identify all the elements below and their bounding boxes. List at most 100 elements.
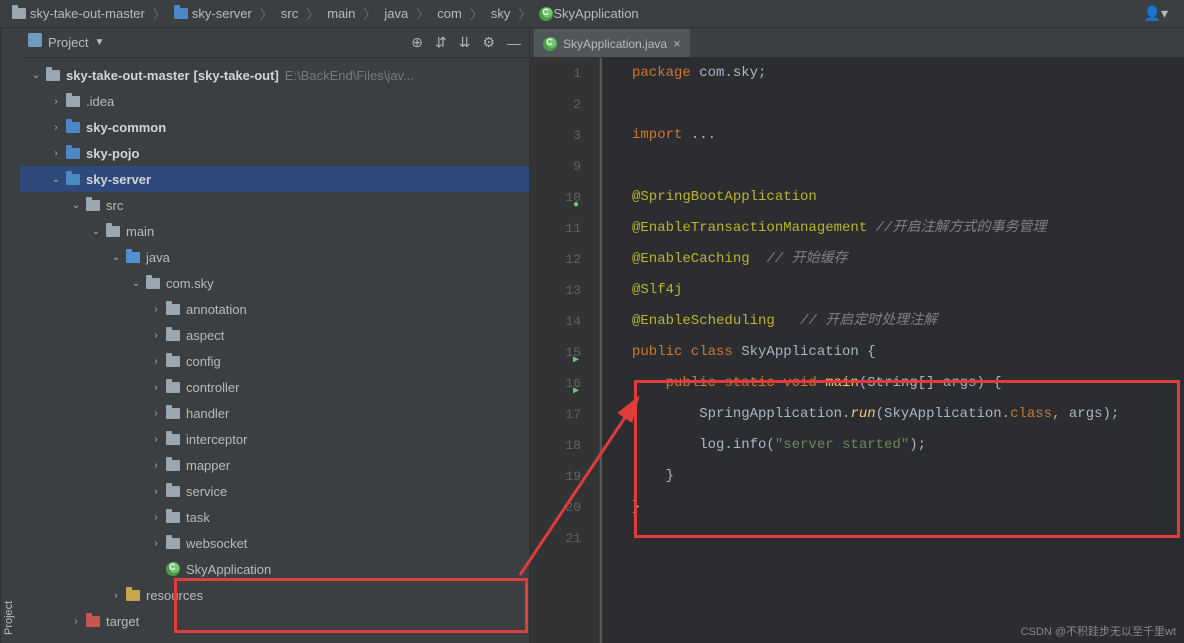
hide-icon[interactable]: —	[507, 35, 521, 51]
tree-row--idea[interactable]: ›.idea	[20, 88, 529, 114]
gutter-line[interactable]: 3	[530, 120, 581, 151]
tree-arrow-icon[interactable]: ⌄	[88, 226, 104, 237]
breadcrumb-item[interactable]: sky-take-out-master	[8, 6, 149, 21]
breadcrumb-item[interactable]: main	[323, 6, 359, 21]
tree-row-interceptor[interactable]: ›interceptor	[20, 426, 529, 452]
tree-row-config[interactable]: ›config	[20, 348, 529, 374]
breadcrumb-item[interactable]: com	[433, 6, 466, 21]
gutter-line[interactable]: 18	[530, 430, 581, 461]
code-line[interactable]: public static void main(String[] args) {	[632, 368, 1184, 399]
chevron-down-icon[interactable]: ▼	[94, 37, 104, 48]
expand-icon[interactable]: ⇵	[435, 34, 447, 51]
tree-row-service[interactable]: ›service	[20, 478, 529, 504]
gutter-line[interactable]: 10●	[530, 182, 581, 213]
code-line[interactable]	[632, 89, 1184, 120]
gutter-line[interactable]: 16▶	[530, 368, 581, 399]
gutter-line[interactable]: 14	[530, 306, 581, 337]
gutter-line[interactable]: 13	[530, 275, 581, 306]
gutter-line[interactable]: 15▶	[530, 337, 581, 368]
tree-row-skyapplication[interactable]: SkyApplication	[20, 556, 529, 582]
tree-arrow-icon[interactable]: ›	[148, 356, 164, 367]
code-line[interactable]: @Slf4j	[632, 275, 1184, 306]
project-icon	[28, 33, 42, 52]
project-tool-tab[interactable]: Project	[0, 28, 20, 643]
tree-arrow-icon[interactable]: ⌄	[128, 278, 144, 289]
gutter-line[interactable]: 1	[530, 58, 581, 89]
tree-arrow-icon[interactable]: ›	[48, 96, 64, 107]
tree-row-sky-server[interactable]: ⌄sky-server	[20, 166, 529, 192]
code-line[interactable]: @EnableScheduling // 开启定时处理注解	[632, 306, 1184, 337]
code-line[interactable]: public class SkyApplication {	[632, 337, 1184, 368]
breadcrumb-label: sky-take-out-master	[30, 6, 145, 21]
gutter-line[interactable]: 2	[530, 89, 581, 120]
gutter-line[interactable]: 9	[530, 151, 581, 182]
project-tree: ⌄sky-take-out-master [sky-take-out]E:\Ba…	[20, 58, 529, 643]
gutter-line[interactable]: 11	[530, 213, 581, 244]
tree-row-main[interactable]: ⌄main	[20, 218, 529, 244]
tree-arrow-icon[interactable]: ›	[148, 408, 164, 419]
tree-arrow-icon[interactable]: ›	[148, 304, 164, 315]
tree-row-sky-pojo[interactable]: ›sky-pojo	[20, 140, 529, 166]
tree-row-com-sky[interactable]: ⌄com.sky	[20, 270, 529, 296]
tree-row-java[interactable]: ⌄java	[20, 244, 529, 270]
tree-row-resources[interactable]: ›resources	[20, 582, 529, 608]
breadcrumb-sep: 〉	[359, 4, 380, 23]
code-line[interactable]: package com.sky;	[632, 58, 1184, 89]
tree-arrow-icon[interactable]: ›	[148, 538, 164, 549]
breadcrumb-item[interactable]: sky	[487, 6, 515, 21]
gear-icon[interactable]: ⚙	[482, 34, 495, 51]
gutter-line[interactable]: 21	[530, 523, 581, 554]
gutter-line[interactable]: 17	[530, 399, 581, 430]
editor-body[interactable]: 123910●1112131415▶16▶1718192021 package …	[530, 58, 1184, 643]
gutter-line[interactable]: 19	[530, 461, 581, 492]
tree-arrow-icon[interactable]: ⌄	[28, 70, 44, 81]
code-line[interactable]: @SpringBootApplication	[632, 182, 1184, 213]
tree-row-websocket[interactable]: ›websocket	[20, 530, 529, 556]
tree-row-sky-take-out-master[interactable]: ⌄sky-take-out-master [sky-take-out]E:\Ba…	[20, 62, 529, 88]
breadcrumb-item[interactable]: SkyApplication	[535, 6, 642, 21]
locate-icon[interactable]: ⊕	[411, 34, 423, 51]
user-icon[interactable]: 👤▾	[1136, 1, 1176, 26]
tree-row-aspect[interactable]: ›aspect	[20, 322, 529, 348]
gutter-line[interactable]: 20	[530, 492, 581, 523]
close-icon[interactable]: ×	[673, 36, 681, 51]
tree-row-handler[interactable]: ›handler	[20, 400, 529, 426]
tree-arrow-icon[interactable]: ›	[148, 486, 164, 497]
code-line[interactable]: import ...	[632, 120, 1184, 151]
code-line[interactable]: @EnableTransactionManagement //开启注解方式的事务…	[632, 213, 1184, 244]
tree-arrow-icon[interactable]: ›	[148, 512, 164, 523]
tree-arrow-icon[interactable]: ›	[148, 434, 164, 445]
tree-arrow-icon[interactable]: ›	[48, 122, 64, 133]
breadcrumb-item[interactable]: java	[380, 6, 412, 21]
tree-arrow-icon[interactable]: ›	[148, 382, 164, 393]
tree-row-controller[interactable]: ›controller	[20, 374, 529, 400]
tree-row-sky-common[interactable]: ›sky-common	[20, 114, 529, 140]
tree-arrow-icon[interactable]: ⌄	[48, 174, 64, 185]
code-line[interactable]: }	[632, 492, 1184, 523]
tree-row-src[interactable]: ⌄src	[20, 192, 529, 218]
code-area[interactable]: package com.sky; import ... @SpringBootApp…	[600, 58, 1184, 643]
gutter-line[interactable]: 12	[530, 244, 581, 275]
code-line[interactable]	[632, 523, 1184, 554]
code-line[interactable]: SpringApplication.run(SkyApplication.cla…	[632, 399, 1184, 430]
breadcrumb-item[interactable]: src	[277, 6, 302, 21]
code-line[interactable]: log.info("server started");	[632, 430, 1184, 461]
tree-row-mapper[interactable]: ›mapper	[20, 452, 529, 478]
breadcrumb-item[interactable]: sky-server	[170, 6, 256, 21]
tree-arrow-icon[interactable]: ⌄	[108, 252, 124, 263]
tree-row-annotation[interactable]: ›annotation	[20, 296, 529, 322]
tree-arrow-icon[interactable]: ›	[68, 616, 84, 627]
tree-arrow-icon[interactable]: ›	[108, 590, 124, 601]
tree-arrow-icon[interactable]: ⌄	[68, 200, 84, 211]
breadcrumb: sky-take-out-master〉sky-server〉src〉main〉…	[0, 0, 1184, 28]
tree-arrow-icon[interactable]: ›	[148, 330, 164, 341]
collapse-icon[interactable]: ⇊	[459, 34, 471, 51]
tree-arrow-icon[interactable]: ›	[48, 148, 64, 159]
editor-tab-skyapplication[interactable]: SkyApplication.java ×	[534, 29, 690, 57]
code-line[interactable]: }	[632, 461, 1184, 492]
tree-row-task[interactable]: ›task	[20, 504, 529, 530]
tree-row-target[interactable]: ›target	[20, 608, 529, 634]
code-line[interactable]: @EnableCaching // 开始缓存	[632, 244, 1184, 275]
code-line[interactable]	[632, 151, 1184, 182]
tree-arrow-icon[interactable]: ›	[148, 460, 164, 471]
